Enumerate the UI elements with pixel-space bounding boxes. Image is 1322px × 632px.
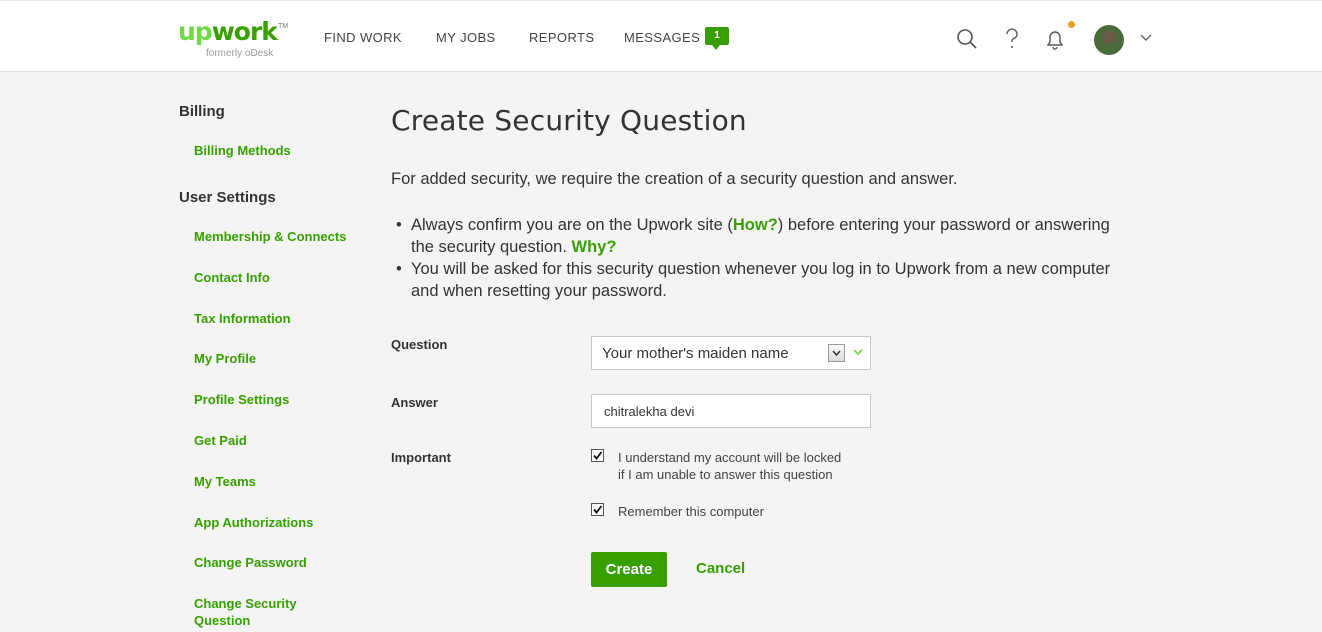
- sidebar-item-membership[interactable]: Membership & Connects: [194, 228, 346, 245]
- remember-computer-label: Remember this computer: [618, 504, 764, 519]
- checkmark-icon: [593, 451, 603, 460]
- question-select[interactable]: Your mother's maiden name: [591, 336, 871, 370]
- sidebar-item-change-password[interactable]: Change Password: [194, 554, 307, 571]
- sidebar-item-get-paid[interactable]: Get Paid: [194, 432, 247, 449]
- logo-wordmark: upwork: [178, 17, 278, 46]
- answer-label: Answer: [391, 395, 438, 410]
- sidebar-item-billing-methods[interactable]: Billing Methods: [194, 142, 291, 159]
- logo-trademark: TM: [278, 23, 289, 30]
- sidebar-item-contact-info[interactable]: Contact Info: [194, 269, 270, 286]
- sidebar-item-profile-settings[interactable]: Profile Settings: [194, 391, 289, 408]
- question-label: Question: [391, 337, 448, 352]
- notification-dot: [1068, 21, 1075, 28]
- chevron-down-icon: [853, 349, 863, 356]
- messages-count-badge: 1: [705, 27, 729, 50]
- remember-computer-checkbox[interactable]: [591, 503, 604, 516]
- upwork-logo[interactable]: upwork TM formerly oDesk: [178, 17, 288, 63]
- logo-subtitle: formerly oDesk: [206, 48, 274, 59]
- help-icon[interactable]: [1000, 27, 1024, 51]
- lock-acknowledgement-checkbox[interactable]: [591, 449, 604, 462]
- checkmark-icon: [593, 505, 603, 514]
- question-select-value: Your mother's maiden name: [602, 345, 789, 362]
- chevron-down-icon: [832, 350, 841, 357]
- avatar[interactable]: [1094, 25, 1124, 55]
- create-button[interactable]: Create: [591, 552, 667, 587]
- sidebar-item-change-security-question[interactable]: Change Security Question: [194, 595, 324, 629]
- answer-input[interactable]: [591, 394, 871, 428]
- nav-reports[interactable]: REPORTS: [529, 30, 594, 45]
- sidebar-item-app-authorizations[interactable]: App Authorizations: [194, 514, 313, 531]
- list-item: Always confirm you are on the Upwork sit…: [396, 214, 1136, 258]
- sidebar-item-my-teams[interactable]: My Teams: [194, 473, 256, 490]
- security-notes-list: Always confirm you are on the Upwork sit…: [396, 214, 1136, 302]
- sidebar-item-my-profile[interactable]: My Profile: [194, 350, 256, 367]
- cancel-button[interactable]: Cancel: [696, 560, 745, 577]
- nav-my-jobs[interactable]: MY JOBS: [436, 30, 496, 45]
- nav-find-work[interactable]: FIND WORK: [324, 30, 402, 45]
- lock-acknowledgement-label: I understand my account will be locked i…: [618, 450, 842, 482]
- bell-icon[interactable]: [1043, 27, 1067, 51]
- how-link[interactable]: How?: [733, 216, 778, 234]
- sidebar-item-tax-information[interactable]: Tax Information: [194, 310, 291, 327]
- top-navigation-bar: upwork TM formerly oDesk FIND WORK MY JO…: [0, 0, 1322, 72]
- page-title: Create Security Question: [391, 104, 747, 137]
- important-label: Important: [391, 450, 451, 465]
- why-link[interactable]: Why?: [572, 238, 617, 256]
- list-item: You will be asked for this security ques…: [396, 258, 1136, 302]
- intro-text: For added security, we require the creat…: [391, 170, 958, 188]
- sidebar-heading-user-settings: User Settings: [179, 189, 276, 206]
- search-icon[interactable]: [955, 27, 979, 51]
- nav-messages[interactable]: MESSAGES: [624, 30, 700, 45]
- select-dropdown-button[interactable]: [828, 344, 845, 362]
- sidebar-heading-billing: Billing: [179, 103, 225, 120]
- chevron-down-icon[interactable]: [1139, 33, 1153, 43]
